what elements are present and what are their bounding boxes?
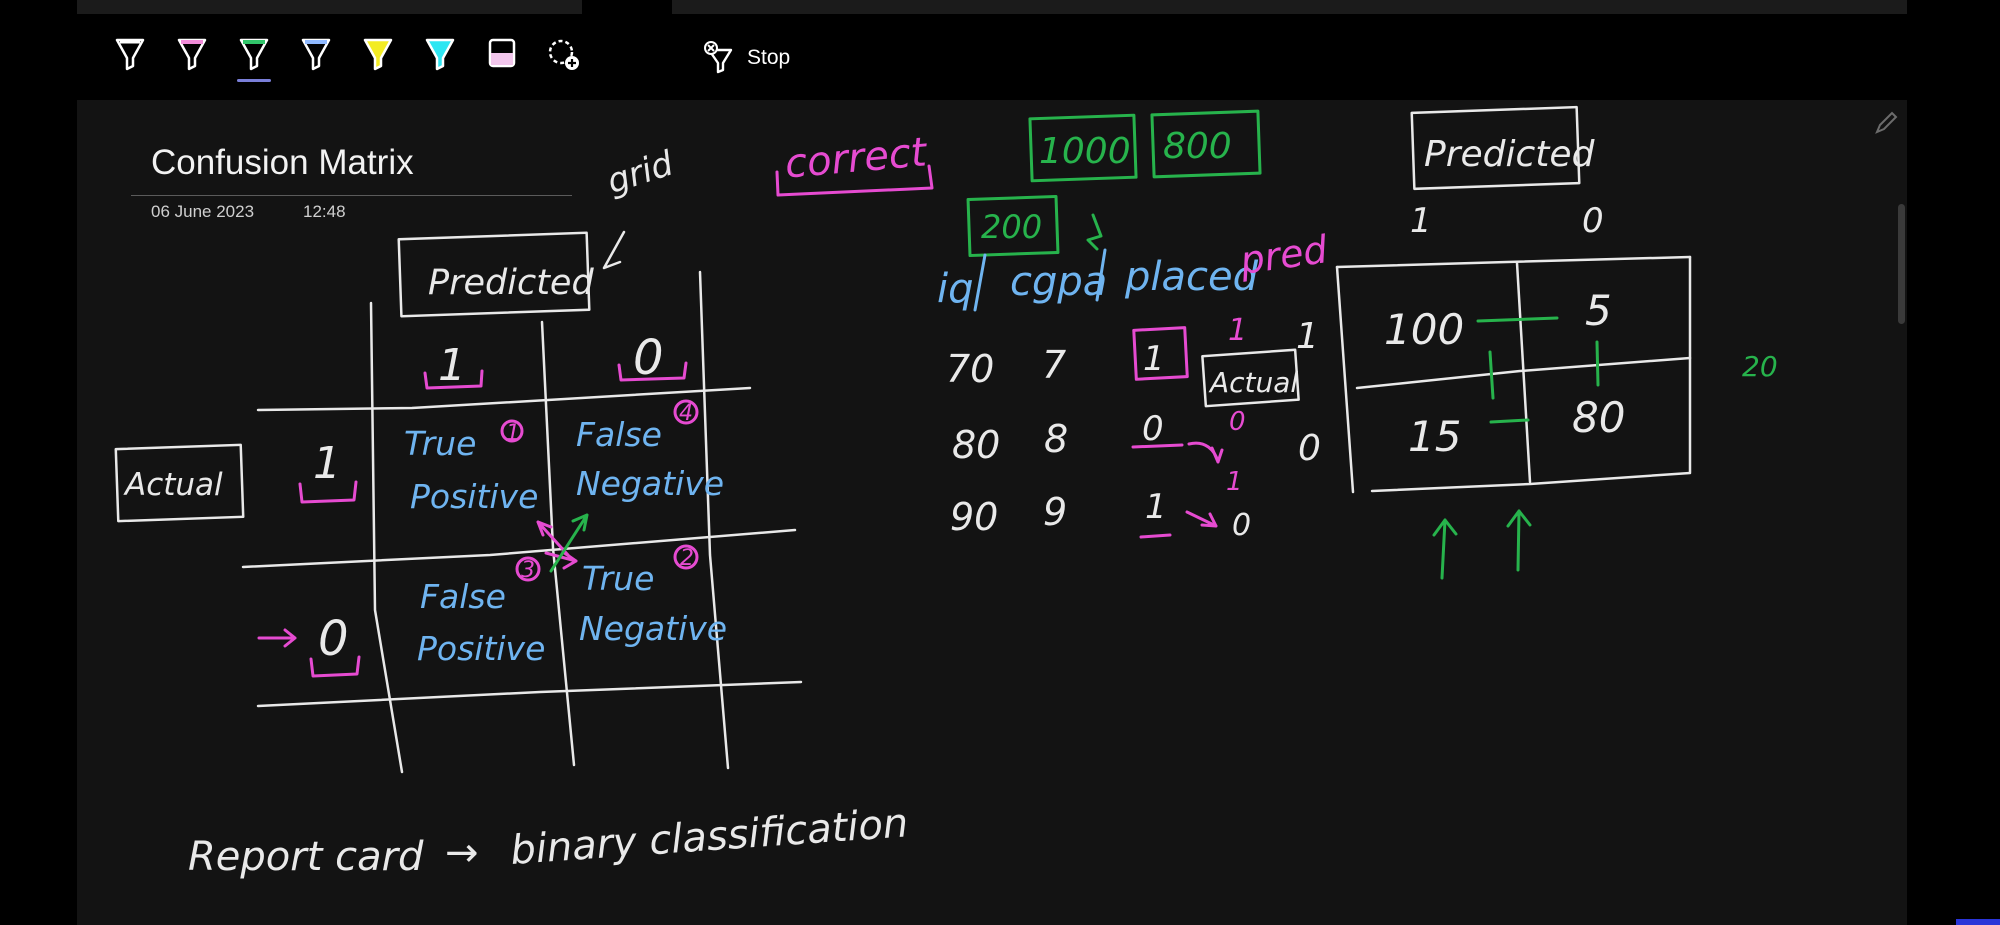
note-right: binary classification <box>509 800 910 874</box>
right-col-0: 0 <box>1582 201 1604 241</box>
pred-row-3-top: 1 <box>1226 467 1243 497</box>
left-predicted-label: Predicted <box>428 263 594 303</box>
col-header-iq: iq <box>937 266 974 312</box>
row1-placed: 1 <box>1143 339 1165 379</box>
col-header-placed: placed <box>1124 254 1259 300</box>
row2-placed: 0 <box>1142 409 1164 449</box>
tp-word2: Positive <box>410 477 538 516</box>
row3-cgpa: 9 <box>1043 490 1067 534</box>
tn-word1: True <box>582 559 654 598</box>
cell-fp: 15 <box>1408 412 1461 461</box>
fp-word2: Positive <box>417 629 545 668</box>
corner-indicator <box>1956 919 2000 925</box>
correct-label: correct <box>783 129 929 187</box>
actual-row-1: 1 <box>1296 316 1319 357</box>
row1-iq: 70 <box>946 347 994 391</box>
col-header-cgpa: cgpa <box>1010 259 1107 305</box>
col-header-pred: pred <box>1237 227 1331 283</box>
table-sep-1 <box>973 253 987 312</box>
note-arrow: → <box>445 830 479 876</box>
tn-num: 2 <box>680 546 694 571</box>
row2-iq: 80 <box>952 423 1000 467</box>
row3-placed: 1 <box>1145 487 1167 527</box>
pred-row-1: 1 <box>1228 313 1247 348</box>
row3-pred: 0 <box>1232 508 1251 543</box>
cell-tn: 80 <box>1572 393 1625 442</box>
grid-note: grid <box>602 143 678 202</box>
fn-word1: False <box>576 415 662 454</box>
row2-cgpa: 8 <box>1044 417 1068 461</box>
ink-layer: grid Predicted Actual 1 0 1 0 Report car… <box>114 105 1778 880</box>
row1-cgpa: 7 <box>1042 343 1066 387</box>
cell-fn: 5 <box>1585 286 1612 335</box>
row3-iq: 90 <box>950 495 998 539</box>
left-col-0: 0 <box>633 330 664 386</box>
tn-word2: Negative <box>579 609 727 648</box>
total-count: 1000 <box>1039 131 1131 172</box>
side-note: 20 <box>1742 350 1778 383</box>
actual-row-0: 0 <box>1298 428 1321 469</box>
tp-num: 1 <box>506 421 520 446</box>
fp-num: 3 <box>521 558 535 583</box>
wrong-count: 200 <box>981 208 1042 246</box>
left-row-0: 0 <box>318 611 349 667</box>
table-actual-label: Actual <box>1208 366 1298 399</box>
left-row-1: 1 <box>313 438 341 489</box>
note-left: Report card <box>188 834 424 880</box>
right-col-1: 1 <box>1410 201 1432 241</box>
right-predicted-label: Predicted <box>1424 134 1596 175</box>
fn-num: 4 <box>679 401 693 426</box>
tp-word1: True <box>404 424 476 463</box>
cell-tp: 100 <box>1384 305 1464 354</box>
fn-word2: Negative <box>576 464 724 503</box>
pred-row-2-top: 0 <box>1229 407 1246 437</box>
left-col-1: 1 <box>438 340 466 391</box>
left-actual-label: Actual <box>123 467 223 503</box>
fp-word1: False <box>420 577 506 616</box>
correct-count: 800 <box>1163 126 1232 167</box>
